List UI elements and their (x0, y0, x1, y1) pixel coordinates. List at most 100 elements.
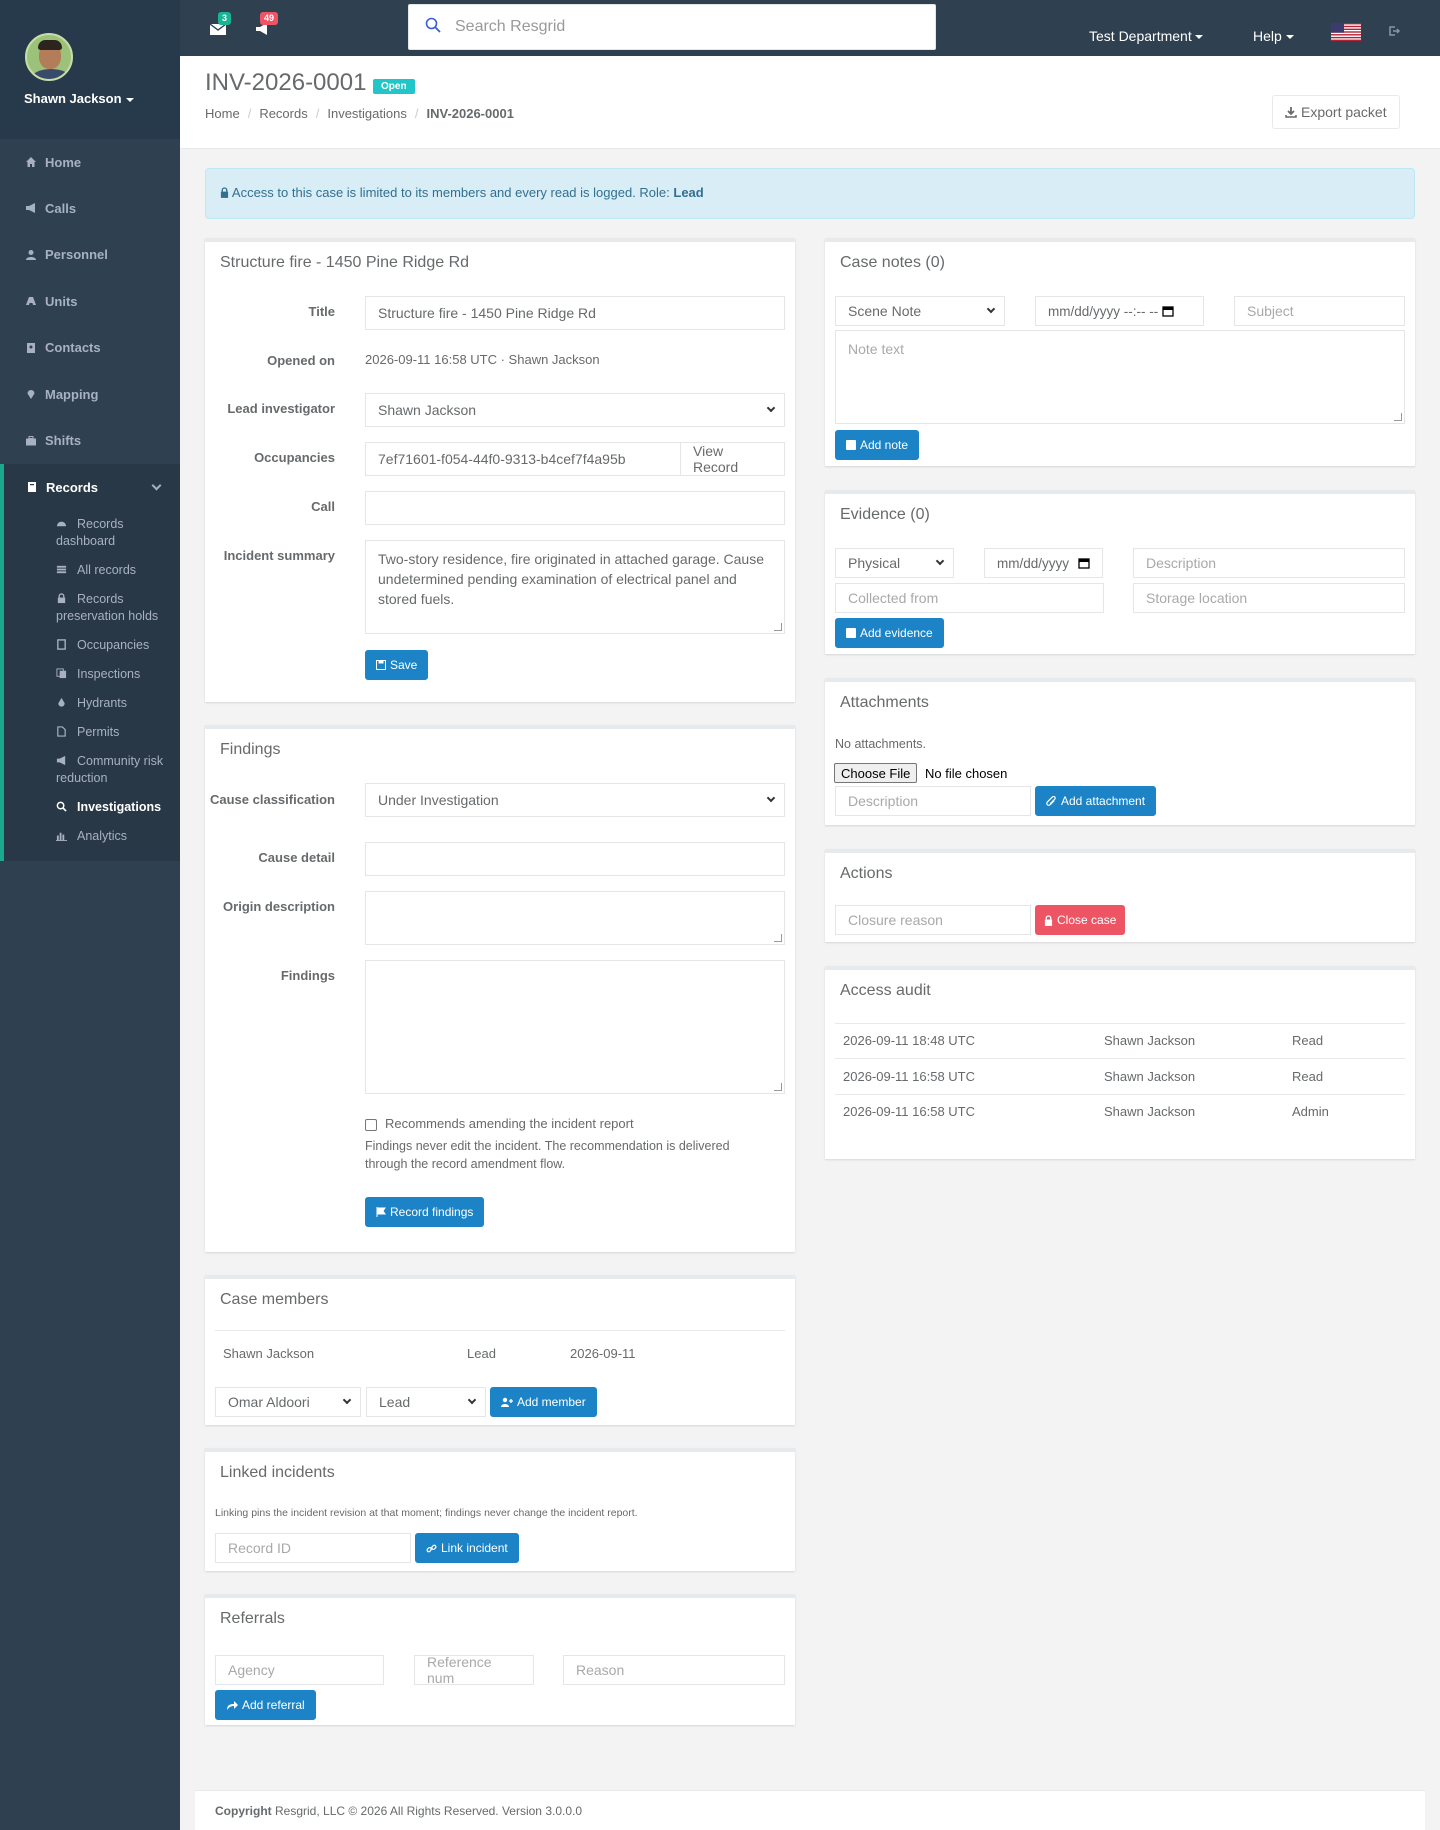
add-note-button[interactable]: Add note (835, 430, 920, 460)
choose-file-button[interactable]: Choose File (834, 763, 918, 783)
sidebar-subitem-all-records[interactable]: All records (4, 556, 180, 585)
us-flag-icon[interactable] (1331, 23, 1361, 41)
agency-input[interactable]: Agency (215, 1655, 384, 1685)
breadcrumb-records[interactable]: Records (259, 106, 307, 121)
footer: Copyright Resgrid, LLC © 2026 All Rights… (195, 1790, 1425, 1830)
sidebar-item-label: Shifts (45, 433, 82, 449)
sidebar-item-units[interactable]: Units (0, 278, 180, 325)
audit-time: 2026-09-11 16:58 UTC (843, 1104, 976, 1119)
sidebar-subitem-community-risk[interactable]: Community risk reduction (4, 747, 180, 793)
resize-handle[interactable] (774, 1083, 782, 1091)
link-incident-button[interactable]: Link incident (415, 1533, 519, 1563)
member-role-select[interactable]: Lead (366, 1387, 486, 1417)
sidebar-item-label: Mapping (45, 386, 99, 402)
sidebar-item-label: Contacts (45, 340, 101, 356)
breadcrumb-investigations[interactable]: Investigations (327, 106, 407, 121)
help-menu[interactable]: Help (1253, 28, 1294, 44)
panel-title: Linked incidents (220, 1464, 335, 1481)
findings-textarea[interactable] (365, 960, 785, 1094)
member-person-select[interactable]: Omar Aldoori (215, 1387, 361, 1417)
sidebar-item-label: Records (46, 479, 99, 495)
avatar[interactable] (25, 33, 73, 81)
sidebar-subitem-permits[interactable]: Permits (4, 718, 180, 747)
resize-handle[interactable] (774, 934, 782, 942)
search-input[interactable] (455, 13, 915, 41)
building-icon (57, 639, 66, 650)
sidebar-subitem-preservation-holds[interactable]: Records preservation holds (4, 585, 180, 631)
note-text-textarea[interactable]: Note text (835, 330, 1405, 424)
origin-textarea[interactable] (365, 891, 785, 945)
evidence-description-input[interactable]: Description (1133, 548, 1405, 578)
sidebar-subitem-occupancies[interactable]: Occupancies (4, 631, 180, 660)
access-alert: Access to this case is limited to its me… (205, 168, 1415, 219)
note-type-select[interactable]: Scene Note (835, 296, 1005, 326)
sign-out-icon[interactable] (1388, 25, 1400, 37)
view-record-button[interactable]: View Record (680, 442, 785, 476)
bullhorn-icon (26, 203, 35, 214)
panel-title: Structure fire - 1450 Pine Ridge Rd (220, 254, 470, 271)
sidebar-item-shifts[interactable]: Shifts (0, 418, 180, 465)
occupancy-input[interactable]: 7ef71601-f054-44f0-9313-b4cef7f4a95b (365, 442, 681, 476)
reason-input[interactable]: Reason (563, 1655, 785, 1685)
incident-summary-textarea[interactable]: Two-story residence, fire originated in … (365, 540, 785, 634)
storage-location-input[interactable]: Storage location (1133, 583, 1405, 613)
lead-investigator-select[interactable]: Shawn Jackson (365, 393, 785, 427)
calendar-icon[interactable] (1162, 305, 1174, 317)
add-referral-button[interactable]: Add referral (215, 1690, 316, 1720)
chevron-down-icon (151, 480, 162, 491)
closure-reason-input[interactable]: Closure reason (835, 905, 1031, 935)
profile-name: Shawn Jackson (24, 91, 122, 106)
evidence-date-input[interactable]: mm/dd/yyyy (984, 548, 1103, 578)
messages-badge: 3 (218, 12, 232, 25)
sidebar-subitem-analytics[interactable]: Analytics (4, 822, 180, 851)
origin-label: Origin description (223, 899, 335, 914)
resize-handle[interactable] (774, 623, 782, 631)
sidebar-item-home[interactable]: Home (0, 139, 180, 185)
breadcrumb-home[interactable]: Home (205, 106, 240, 121)
recommends-help-text: Findings never edit the incident. The re… (365, 1139, 730, 1171)
save-button[interactable]: Save (365, 650, 429, 680)
sidebar-subitem-hydrants[interactable]: Hydrants (4, 689, 180, 718)
audit-time: 2026-09-11 18:48 UTC (843, 1033, 976, 1048)
reference-number-input[interactable]: Reference num (414, 1654, 534, 1686)
add-attachment-button[interactable]: Add attachment (1035, 786, 1157, 816)
cause-classification-select[interactable]: Under Investigation (365, 783, 785, 817)
evidence-panel: Evidence (0) Physical mm/dd/yyyy Descrip… (825, 490, 1415, 654)
panel-title: Referrals (220, 1610, 285, 1627)
close-case-button[interactable]: Close case (1035, 905, 1126, 935)
add-member-button[interactable]: Add member (490, 1387, 597, 1417)
profile-menu[interactable]: Shawn Jackson (24, 91, 180, 106)
export-packet-button[interactable]: Export packet (1272, 95, 1400, 129)
title-label: Title (308, 304, 336, 319)
page-heading: INV-2026-0001 Open Home / Records / Investig… (180, 56, 1440, 149)
sidebar-subitem-inspections[interactable]: Inspections (4, 660, 180, 689)
sidebar-item-personnel[interactable]: Personnel (0, 232, 180, 279)
breadcrumb: Home / Records / Investigations / INV-2026-000… (205, 106, 514, 121)
recommends-amend-checkbox[interactable] (365, 1119, 377, 1131)
resize-handle[interactable] (1394, 413, 1402, 421)
note-subject-input[interactable]: Subject (1234, 296, 1405, 326)
attachment-description-input[interactable]: Description (835, 786, 1031, 816)
sidebar-item-calls[interactable]: Calls (0, 185, 180, 232)
sidebar-item-label: Units (45, 293, 78, 309)
chevron-down-icon (766, 793, 776, 803)
sidebar-subitem-records-dashboard[interactable]: Records dashboard (4, 510, 180, 556)
call-input[interactable] (365, 491, 785, 525)
record-id-input[interactable]: Record ID (215, 1533, 411, 1563)
note-datetime-input[interactable]: mm/dd/yyyy --:-- -- (1035, 296, 1204, 326)
audit-action: Read (1292, 1033, 1324, 1048)
sidebar-nav: Home Calls Personnel Units Contacts Mapp… (0, 139, 180, 464)
title-input[interactable]: Structure fire - 1450 Pine Ridge Rd (365, 296, 785, 330)
sidebar-item-mapping[interactable]: Mapping (0, 371, 180, 418)
collected-from-input[interactable]: Collected from (835, 583, 1104, 613)
sidebar-subitem-investigations[interactable]: Investigations (4, 793, 180, 822)
sidebar-item-records[interactable]: Records (4, 464, 180, 510)
evidence-type-select[interactable]: Physical (835, 548, 954, 578)
calendar-icon[interactable] (1078, 557, 1090, 569)
add-evidence-button[interactable]: Add evidence (835, 618, 944, 648)
cause-detail-input[interactable] (365, 842, 785, 876)
sidebar-item-contacts[interactable]: Contacts (0, 325, 180, 372)
department-menu[interactable]: Test Department (1089, 28, 1203, 44)
record-findings-button[interactable]: Record findings (365, 1197, 485, 1227)
attachments-panel: Attachments No attachments. Choose File … (825, 678, 1415, 825)
